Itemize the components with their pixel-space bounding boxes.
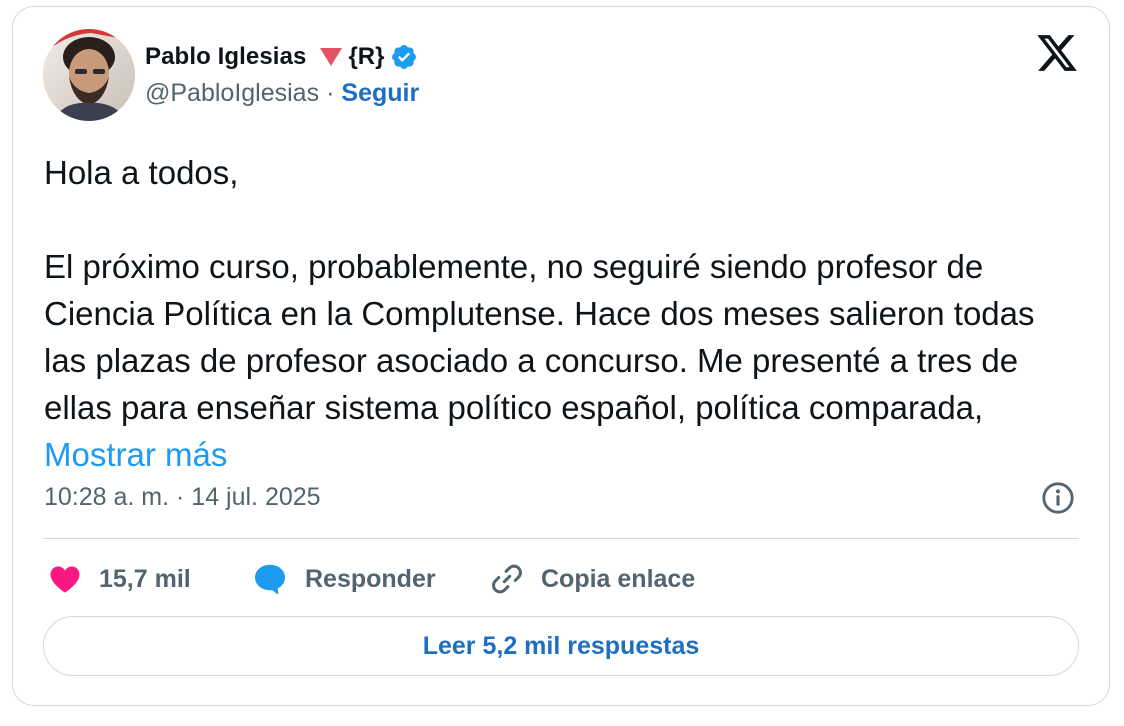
like-count: 15,7 mil xyxy=(99,564,191,593)
tweet-timestamp[interactable]: 10:28 a. m. · 14 jul. 2025 xyxy=(44,483,321,512)
read-replies-button[interactable]: Leer 5,2 mil respuestas xyxy=(43,616,1079,676)
author-name[interactable]: Pablo Iglesias xyxy=(145,43,306,71)
handle-separator: · xyxy=(326,79,335,107)
red-triangle-icon xyxy=(320,48,343,66)
verified-badge-icon xyxy=(392,45,417,69)
reply-label: Responder xyxy=(305,564,436,593)
x-logo-icon[interactable] xyxy=(1035,31,1079,75)
tweet-text: Hola a todos, El próximo curso, probable… xyxy=(44,149,1084,478)
show-more-link[interactable]: Mostrar más xyxy=(44,436,227,473)
tweet-greeting: Hola a todos, xyxy=(44,154,239,191)
author-tag: {R} xyxy=(348,43,385,70)
heart-icon xyxy=(50,566,80,593)
author-name-row: Pablo Iglesias {R} xyxy=(145,41,418,73)
author-handle-row: @PabloIglesias · Seguir xyxy=(145,79,419,108)
tweet-card: Pablo Iglesias {R} @PabloIglesias · Segu… xyxy=(12,6,1110,706)
avatar[interactable] xyxy=(43,29,135,121)
like-button[interactable]: 15,7 mil xyxy=(47,559,191,599)
follow-button[interactable]: Seguir xyxy=(341,79,419,108)
divider xyxy=(43,538,1079,539)
info-icon[interactable] xyxy=(1041,481,1075,515)
copy-link-button[interactable]: Copia enlace xyxy=(489,559,695,599)
copy-link-label: Copia enlace xyxy=(541,564,696,593)
speech-bubble-icon xyxy=(255,564,285,595)
link-icon xyxy=(492,564,522,594)
reply-button[interactable]: Responder xyxy=(251,559,436,599)
author-handle[interactable]: @PabloIglesias xyxy=(145,79,319,108)
tweet-body: El próximo curso, probablemente, no segu… xyxy=(44,248,1044,426)
